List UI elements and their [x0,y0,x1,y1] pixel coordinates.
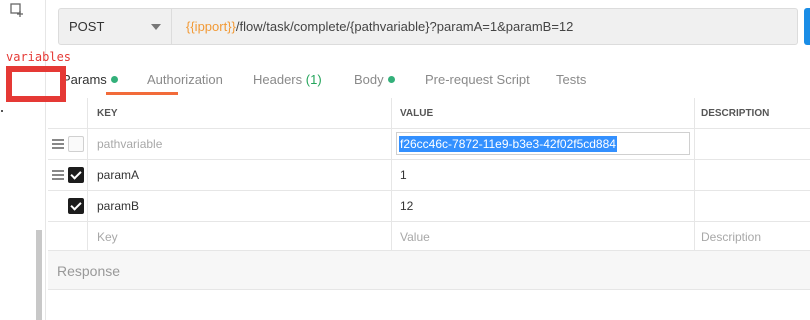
table-row: paramB 12 [48,191,810,222]
key-cell[interactable]: paramA [88,160,392,190]
headers-count: (1) [305,72,322,87]
tab-authorization[interactable]: Authorization [147,72,223,87]
header-value: VALUE [392,98,695,128]
method-label: POST [69,19,105,34]
header-description: DESCRIPTION [701,107,770,119]
row-controls [48,222,88,252]
active-tab-indicator [106,92,178,95]
description-cell[interactable] [695,160,810,190]
row-controls [48,160,88,190]
send-button[interactable] [804,8,810,45]
tab-body[interactable]: Body [354,72,395,87]
header-key: KEY [88,98,392,128]
key-placeholder[interactable]: Key [88,222,392,252]
key-cell[interactable]: paramB [88,191,392,221]
row-controls [48,129,88,159]
tab-pre-request-script[interactable]: Pre-request Script [425,72,530,87]
table-row: pathvariable f26cc46c-7872-11e9-b3e3-42f… [48,129,810,160]
value-cell[interactable]: 12 [392,191,695,221]
sidebar [0,0,46,320]
tab-headers[interactable]: Headers (1) [253,72,322,87]
table-header-row: KEY VALUE DESCRIPTION [48,98,810,129]
description-placeholder[interactable]: Description [695,222,810,252]
value-cell[interactable]: 1 [392,160,695,190]
header-spacer [48,98,88,128]
response-panel[interactable]: Response [48,250,810,290]
method-select[interactable]: POST [59,9,172,44]
url-input[interactable]: {{ipport}}/flow/task/complete/{pathvaria… [172,19,573,34]
sidebar-scrollbar[interactable] [36,230,42,320]
response-label: Response [57,263,121,279]
drag-handle-icon[interactable] [52,139,64,149]
tab-tests-label: Tests [556,72,587,87]
tab-params-label: Params [62,72,107,87]
annotation-box [6,66,66,102]
url-path: /flow/task/complete/{pathvariable}?param… [235,19,574,34]
row-checkbox[interactable] [68,198,84,214]
url-variable: {{ipport}} [186,19,236,34]
tab-authorization-label: Authorization [147,72,223,87]
value-input[interactable]: f26cc46c-7872-11e9-b3e3-42f02f5cd884 [396,132,690,155]
tab-tests[interactable]: Tests [556,72,586,87]
value-cell[interactable]: f26cc46c-7872-11e9-b3e3-42f02f5cd884 [392,129,695,159]
params-status-dot [110,76,118,83]
tab-pre-request-script-label: Pre-request Script [425,72,530,87]
tab-params[interactable]: Params [62,72,118,87]
key-cell[interactable]: pathvariable [88,129,392,159]
table-row: paramA 1 [48,160,810,191]
chevron-down-icon [151,24,161,30]
description-cell[interactable] [695,191,810,221]
new-collection-icon[interactable] [10,3,24,17]
annotation-label: variables [6,50,72,64]
row-checkbox[interactable] [68,167,84,183]
request-tabs: Params Authorization Headers (1) Body Pr… [48,64,810,96]
row-checkbox[interactable] [68,136,84,152]
body-status-dot [387,76,395,83]
drag-handle-icon[interactable] [52,170,64,180]
tab-headers-label: Headers [253,72,303,87]
row-controls [48,191,88,221]
tab-body-label: Body [354,72,384,87]
sidebar-marker [1,110,3,112]
description-cell[interactable] [695,129,810,159]
request-url-bar: POST {{ipport}}/flow/task/complete/{path… [58,8,798,45]
value-placeholder[interactable]: Value [392,222,695,252]
table-row-new: Key Value Description [48,222,810,253]
selected-value-text: f26cc46c-7872-11e9-b3e3-42f02f5cd884 [399,135,617,152]
